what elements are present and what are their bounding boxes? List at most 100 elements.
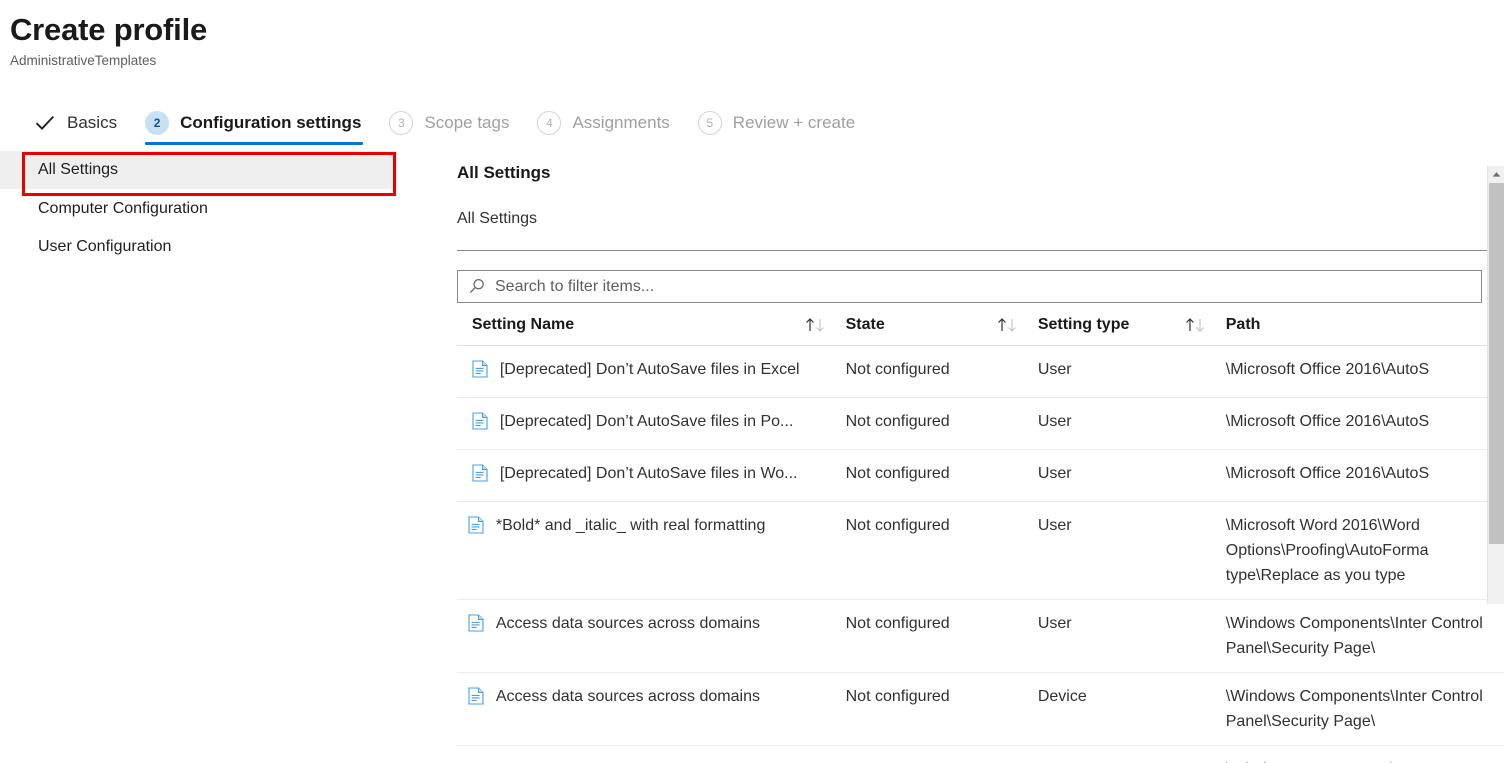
step-number-badge: 3 <box>389 111 414 135</box>
cell-state: Not configured <box>845 599 1038 673</box>
setting-name-text: [Deprecated] Don’t AutoSave files in Exc… <box>499 361 800 378</box>
wizard-step-review-create[interactable]: 5 Review + create <box>684 101 869 145</box>
column-header-setting-type[interactable]: Setting type <box>1038 303 1226 346</box>
document-icon <box>468 687 484 713</box>
settings-category-nav: All Settings Computer Configuration User… <box>0 147 437 727</box>
sort-icon[interactable] <box>804 316 846 334</box>
cell-setting-name: [Deprecated] Don’t AutoSave files in Exc… <box>471 345 846 398</box>
setting-name-text: Access data sources across domains <box>495 615 760 632</box>
panel-heading: All Settings <box>457 163 551 182</box>
wizard-step-scope-tags[interactable]: 3 Scope tags <box>375 101 523 145</box>
cell-path: \Windows Components\Inter Control Panel\… <box>1225 672 1504 746</box>
cell-state: Not configured <box>845 672 1038 746</box>
cell-path: \Microsoft Office 2016\AutoS <box>1225 449 1504 502</box>
cell-setting-name: Access data sources across domains <box>468 672 846 746</box>
wizard-step-configuration-settings[interactable]: 2 Configuration settings <box>131 101 375 145</box>
column-header-state[interactable]: State <box>846 303 1038 346</box>
wizard-step-label: Review + create <box>732 113 856 132</box>
sort-icon[interactable] <box>996 316 1038 334</box>
cell-setting-type <box>1037 745 1226 763</box>
page-subtitle: AdministrativeTemplates <box>10 53 157 68</box>
document-icon <box>472 360 488 386</box>
page-header: Create profile AdministrativeTemplates <box>0 0 1504 71</box>
sidebar-item-all-settings[interactable]: All Settings <box>0 151 397 189</box>
sort-icon[interactable] <box>1184 316 1226 334</box>
vertical-scrollbar[interactable] <box>1487 166 1504 604</box>
cell-state: Not configured <box>845 345 1038 398</box>
document-icon <box>472 464 488 490</box>
breadcrumb: All Settings <box>457 210 538 227</box>
column-header-icon <box>457 303 472 346</box>
sidebar-item-all-settings-wrap: All Settings <box>0 151 437 196</box>
sidebar-item-computer-configuration[interactable]: Computer Configuration <box>0 190 437 228</box>
wizard-step-label: Scope tags <box>424 113 510 132</box>
search-input[interactable] <box>495 271 1481 302</box>
cell-path: \Microsoft Office 2016\AutoS <box>1225 397 1504 450</box>
cell-setting-name: *Bold* and _italic_ with real formatting <box>468 501 846 600</box>
document-icon <box>468 516 484 542</box>
settings-table: Setting Name State Setting type Path [De… <box>457 303 1504 763</box>
table-header-row: Setting Name State Setting type Path <box>457 303 1504 346</box>
cell-state: Not configured <box>845 501 1038 600</box>
table-row[interactable]: [Deprecated] Don’t AutoSave files in Po.… <box>457 397 1504 450</box>
column-header-setting-name[interactable]: Setting Name <box>472 303 846 346</box>
setting-name-text: Access data sources across domains <box>495 688 760 705</box>
setting-name-text: [Deprecated] Don’t AutoSave files in Po.… <box>499 413 794 430</box>
sidebar-item-user-configuration[interactable]: User Configuration <box>0 228 437 266</box>
cell-setting-type: User <box>1037 397 1226 450</box>
wizard-step-basics[interactable]: Basics <box>20 101 131 145</box>
scrollbar-thumb[interactable] <box>1488 183 1504 544</box>
scroll-up-arrow-icon[interactable] <box>1487 166 1504 183</box>
table-row[interactable]: Access data sources across domains Not c… <box>457 672 1504 746</box>
cell-setting-type: User <box>1037 345 1226 398</box>
wizard-step-assignments[interactable]: 4 Assignments <box>523 101 683 145</box>
cell-setting-type: Device <box>1037 672 1226 746</box>
cell-state: Not configured <box>845 397 1038 450</box>
document-icon <box>468 614 484 640</box>
cell-state <box>845 745 1038 763</box>
search-icon <box>469 278 486 295</box>
search-row <box>457 270 1504 303</box>
table-row[interactable]: Access data sources across domains Not c… <box>457 599 1504 673</box>
settings-table-area: Setting Name State Setting type Path [De… <box>457 166 1504 763</box>
wizard-step-label: Configuration settings <box>180 113 362 132</box>
cell-setting-name <box>471 745 846 763</box>
column-label: Setting type <box>1037 316 1130 333</box>
cell-setting-type: User <box>1037 449 1226 502</box>
cell-path: \Microsoft Office 2016\AutoS <box>1225 345 1504 398</box>
cell-setting-type: User <box>1037 599 1226 673</box>
body-container: All Settings Computer Configuration User… <box>0 147 1504 763</box>
wizard-steps: Basics 2 Configuration settings 3 Scope … <box>0 101 1504 147</box>
document-icon <box>472 412 488 438</box>
table-row[interactable]: *Bold* and _italic_ with real formatting… <box>457 501 1504 600</box>
column-header-path[interactable]: Path <box>1226 303 1504 346</box>
cell-setting-name: [Deprecated] Don’t AutoSave files in Wo.… <box>471 449 846 502</box>
setting-name-text: *Bold* and _italic_ with real formatting <box>495 517 766 534</box>
sidebar-item-label: User Configuration <box>38 238 172 255</box>
sidebar-item-label: All Settings <box>38 161 119 178</box>
settings-panel: All Settings All Settings Search to filt… <box>437 147 1504 763</box>
wizard-step-label: Assignments <box>572 113 670 132</box>
settings-table-wrap: Setting Name State Setting type Path [De… <box>457 303 1504 763</box>
wizard-step-label: Basics <box>67 113 118 132</box>
table-row[interactable]: [Deprecated] Don’t AutoSave files in Wo.… <box>457 449 1504 502</box>
cell-setting-type: User <box>1037 501 1226 600</box>
divider <box>457 250 1504 251</box>
cell-setting-name: [Deprecated] Don’t AutoSave files in Po.… <box>471 397 846 450</box>
page-title: Create profile <box>10 12 208 47</box>
setting-name-text: [Deprecated] Don’t AutoSave files in Wo.… <box>499 465 798 482</box>
cell-state: Not configured <box>845 449 1038 502</box>
sidebar-item-label: Computer Configuration <box>38 200 208 217</box>
cell-path: \Microsoft Word 2016\Word Options\Proofi… <box>1225 501 1504 600</box>
active-tab-underline <box>145 142 364 145</box>
column-label: Setting Name <box>471 316 575 333</box>
check-icon <box>34 112 56 134</box>
step-number-badge: 2 <box>145 111 170 135</box>
column-label: Path <box>1225 316 1261 333</box>
table-row[interactable]: [Deprecated] Don’t AutoSave files in Exc… <box>457 345 1504 398</box>
table-row[interactable]: \Windows Components\Int <box>457 745 1504 763</box>
cell-path: \Windows Components\Inter Control Panel\… <box>1225 599 1504 673</box>
column-label: State <box>845 316 885 333</box>
step-number-badge: 5 <box>697 111 722 135</box>
search-box[interactable] <box>457 270 1482 303</box>
